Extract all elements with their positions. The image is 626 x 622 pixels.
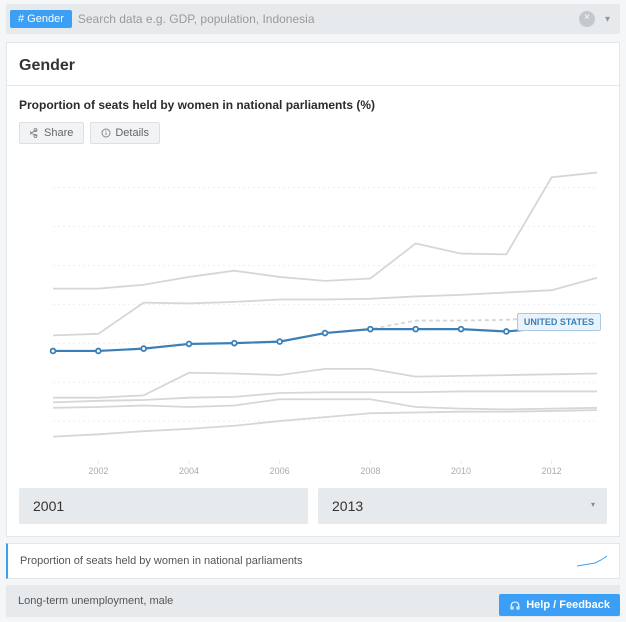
year-end-select[interactable]: 2013 ▾: [318, 488, 607, 524]
page-title: Gender: [7, 43, 619, 85]
share-button[interactable]: Share: [19, 122, 84, 144]
feedback-label: Help / Feedback: [526, 599, 610, 611]
sparkline-icon: [577, 554, 607, 568]
related-item-active[interactable]: Proportion of seats held by women in nat…: [6, 543, 620, 579]
year-end-value: 2013: [332, 498, 363, 514]
svg-text:2010: 2010: [451, 466, 471, 476]
share-icon: [30, 128, 40, 138]
related-label: Long-term unemployment, male: [18, 595, 173, 607]
feedback-button[interactable]: Help / Feedback: [499, 594, 620, 616]
search-input[interactable]: [78, 12, 575, 26]
search-bar[interactable]: # Gender × ▾: [6, 4, 620, 34]
details-button[interactable]: Details: [90, 122, 160, 144]
svg-text:2004: 2004: [179, 466, 199, 476]
main-panel: Gender Proportion of seats held by women…: [6, 42, 620, 537]
chart-title: Proportion of seats held by women in nat…: [7, 85, 619, 122]
share-label: Share: [44, 127, 73, 139]
svg-text:2008: 2008: [360, 466, 380, 476]
highlight-label: UNITED STATES: [517, 313, 601, 331]
year-start-value: 2001: [33, 498, 64, 514]
related-label: Proportion of seats held by women in nat…: [20, 555, 303, 567]
search-tag[interactable]: # Gender: [10, 10, 72, 28]
clear-icon[interactable]: ×: [579, 11, 595, 27]
chevron-down-icon[interactable]: ▾: [599, 14, 616, 25]
year-range: 2001 2013 ▾: [7, 486, 619, 536]
year-start-select[interactable]: 2001: [19, 488, 308, 524]
info-icon: [101, 128, 111, 138]
svg-text:2002: 2002: [88, 466, 108, 476]
chart-toolbar: Share Details: [7, 122, 619, 154]
details-label: Details: [115, 127, 149, 139]
chevron-down-icon: ▾: [591, 500, 595, 509]
headphones-icon: [509, 599, 521, 611]
chart-area: 5101520253035%200220042006200820102012 U…: [7, 154, 619, 486]
svg-text:2006: 2006: [270, 466, 290, 476]
svg-text:2012: 2012: [542, 466, 562, 476]
